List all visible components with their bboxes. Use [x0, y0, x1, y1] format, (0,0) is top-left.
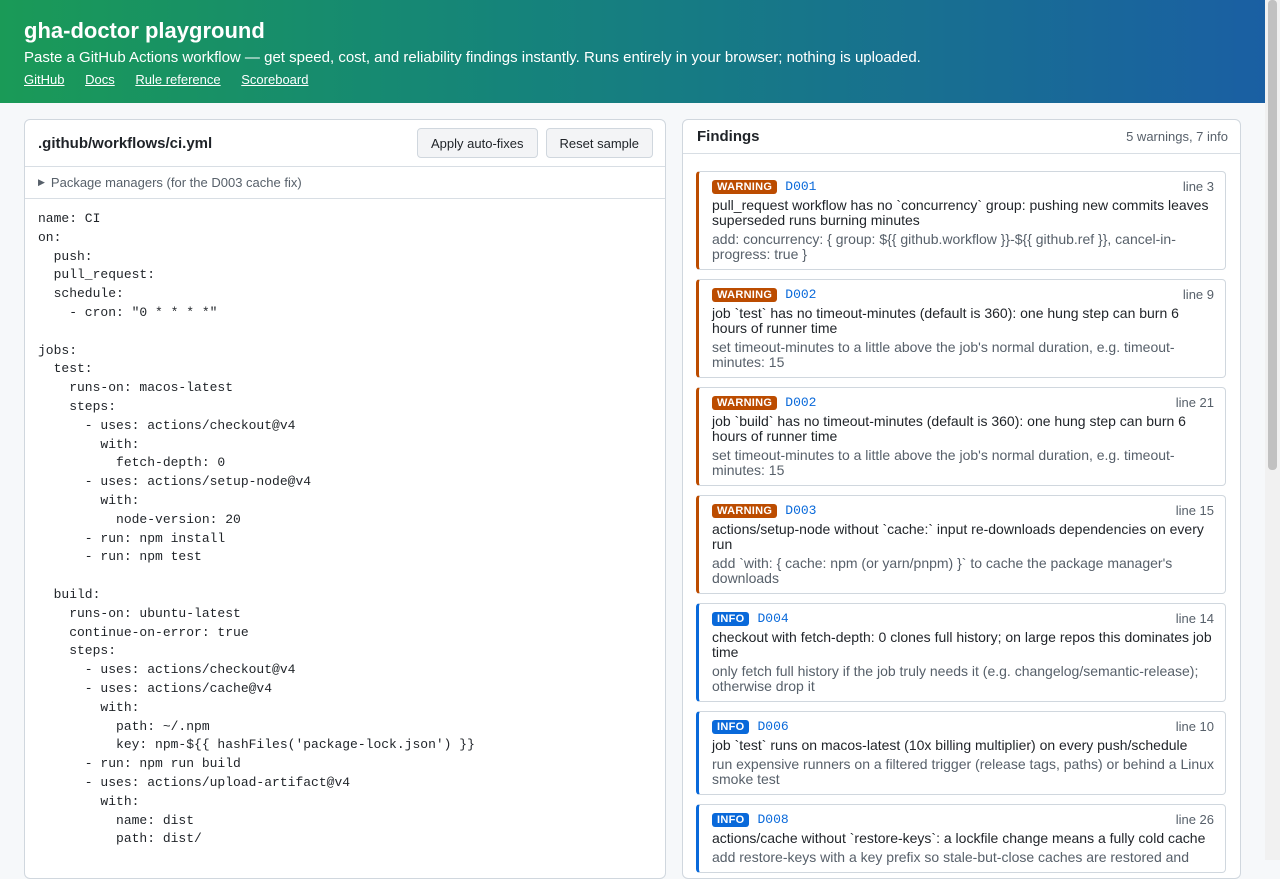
severity-badge: WARNING	[712, 179, 778, 194]
line-number: line 9	[1182, 287, 1214, 302]
header-links: GitHub Docs Rule reference Scoreboard	[24, 72, 1241, 87]
rule-link[interactable]: D003	[785, 503, 816, 518]
finding-card[interactable]: WARNING D002 line 9 job `test` has no ti…	[696, 279, 1226, 378]
findings-title: Findings	[697, 128, 760, 145]
finding-message: pull_request workflow has no `concurrenc…	[712, 197, 1209, 228]
severity-badge: WARNING	[712, 395, 778, 410]
finding-fix: add: concurrency: { group: ${{ github.wo…	[712, 231, 1176, 262]
finding-fix: add `with: { cache: npm (or yarn/pnpm) }…	[712, 555, 1173, 586]
link-scoreboard[interactable]: Scoreboard	[241, 72, 308, 87]
severity-badge: WARNING	[712, 287, 778, 302]
link-rule-reference[interactable]: Rule reference	[135, 72, 220, 87]
severity-badge: INFO	[712, 719, 750, 734]
reset-sample-button[interactable]: Reset sample	[545, 128, 653, 158]
rule-link[interactable]: D006	[757, 719, 788, 734]
line-number: line 15	[1175, 503, 1214, 518]
page-header: gha-doctor playground Paste a GitHub Act…	[0, 0, 1265, 103]
page-title: gha-doctor playground	[24, 18, 265, 43]
severity-badge: INFO	[712, 812, 750, 827]
package-managers-toggle[interactable]: ▶ Package managers (for the D003 cache f…	[25, 167, 665, 199]
page-scrollbar[interactable]	[1265, 0, 1280, 860]
finding-fix: add restore-keys with a key prefix so st…	[712, 849, 1190, 865]
finding-card[interactable]: INFO D008 line 26 actions/cache without …	[696, 804, 1226, 873]
severity-badge: INFO	[712, 611, 750, 626]
finding-fix: run expensive runners on a filtered trig…	[712, 756, 1214, 787]
line-number: line 10	[1175, 719, 1214, 734]
disclosure-triangle-icon: ▶	[38, 177, 45, 187]
finding-card[interactable]: INFO D006 line 10 job `test` runs on mac…	[696, 711, 1226, 795]
rule-link[interactable]: D004	[757, 611, 788, 626]
line-number: line 3	[1182, 179, 1214, 194]
finding-card[interactable]: INFO D004 line 14 checkout with fetch-de…	[696, 603, 1226, 702]
rule-link[interactable]: D001	[785, 179, 816, 194]
workflow-editor[interactable]: name: CI on: push: pull_request: schedul…	[25, 199, 665, 860]
finding-fix: set timeout-minutes to a little above th…	[712, 447, 1175, 478]
finding-card[interactable]: WARNING D003 line 15 actions/setup-node …	[696, 495, 1226, 594]
severity-badge: WARNING	[712, 503, 778, 518]
finding-message: actions/setup-node without `cache:` inpu…	[712, 521, 1204, 552]
finding-fix: only fetch full history if the job truly…	[712, 663, 1199, 694]
line-number: line 26	[1175, 812, 1214, 827]
workflow-filename: .github/workflows/ci.yml	[38, 134, 213, 152]
page-tagline: Paste a GitHub Actions workflow — get sp…	[24, 49, 921, 66]
rule-link[interactable]: D008	[757, 812, 788, 827]
package-managers-label: Package managers (for the D003 cache fix…	[50, 175, 302, 190]
finding-card[interactable]: WARNING D001 line 3 pull_request workflo…	[696, 171, 1226, 270]
finding-message: checkout with fetch-depth: 0 clones full…	[712, 629, 1212, 660]
link-github[interactable]: GitHub	[24, 72, 64, 87]
apply-auto-fixes-button[interactable]: Apply auto-fixes	[417, 128, 538, 158]
findings-panel: Findings 5 warnings, 7 info WARNING D001…	[682, 119, 1241, 879]
findings-count: 5 warnings, 7 info	[1126, 129, 1228, 144]
rule-link[interactable]: D002	[785, 287, 816, 302]
finding-message: job `test` runs on macos-latest (10x bil…	[712, 737, 1188, 753]
editor-panel: .github/workflows/ci.yml Apply auto-fixe…	[24, 119, 666, 879]
rule-link[interactable]: D002	[785, 395, 816, 410]
link-docs[interactable]: Docs	[85, 72, 115, 87]
finding-message: job `build` has no timeout-minutes (defa…	[712, 413, 1186, 444]
line-number: line 14	[1175, 611, 1214, 626]
editor-header: .github/workflows/ci.yml Apply auto-fixe…	[25, 120, 665, 167]
finding-message: actions/cache without `restore-keys`: a …	[712, 830, 1206, 846]
finding-message: job `test` has no timeout-minutes (defau…	[712, 305, 1179, 336]
line-number: line 21	[1175, 395, 1214, 410]
findings-header: Findings 5 warnings, 7 info	[683, 120, 1240, 154]
finding-card[interactable]: WARNING D002 line 21 job `build` has no …	[696, 387, 1226, 486]
finding-fix: set timeout-minutes to a little above th…	[712, 339, 1175, 370]
findings-list: WARNING D001 line 3 pull_request workflo…	[683, 154, 1240, 873]
scrollbar-thumb[interactable]	[1268, 0, 1277, 470]
